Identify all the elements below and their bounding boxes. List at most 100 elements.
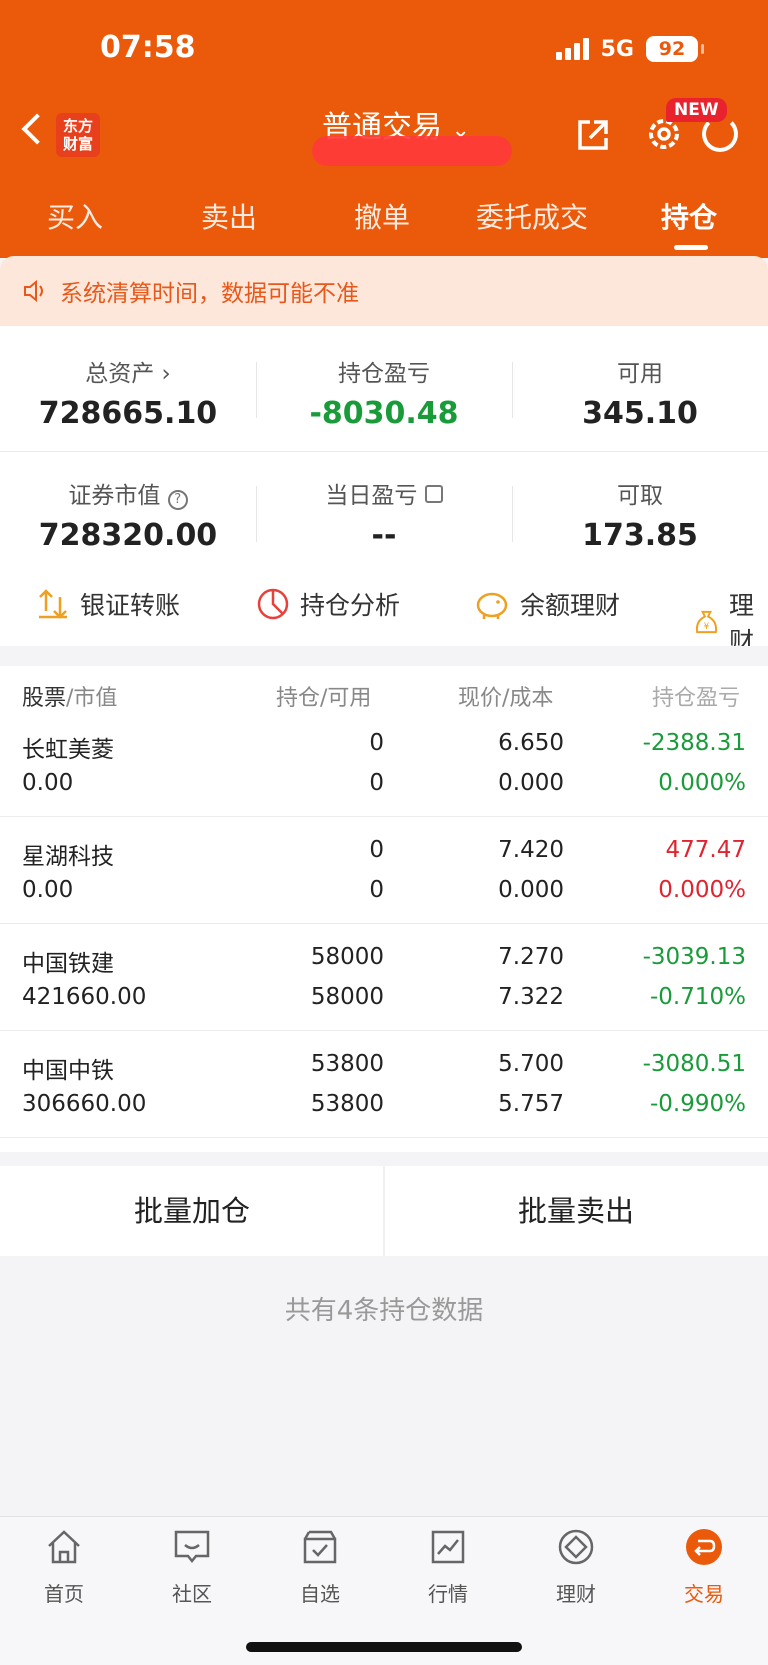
quick-transfer-label: 银证转账 — [80, 591, 181, 620]
back-icon[interactable] — [21, 113, 53, 145]
piggy-bank-icon — [476, 592, 508, 619]
header-stock: 股票/市值 — [22, 686, 118, 711]
withdrawable-funds: 可取 173.85 — [512, 476, 768, 553]
table-row[interactable]: 长虹美菱 0.00 0 0 6.650 0.000 -2388.31 0.000… — [0, 710, 768, 817]
nav-watchlist[interactable]: 自选 — [256, 1527, 384, 1607]
available-value: 345.10 — [582, 396, 698, 431]
trade-icon — [686, 1529, 722, 1565]
cost-price: 0.000 — [498, 770, 564, 796]
help-icon[interactable]: ? — [167, 490, 188, 510]
nav-watchlist-label: 自选 — [300, 1582, 340, 1606]
watchlist-icon — [303, 1530, 337, 1564]
position-pnl-label: 持仓盈亏 — [338, 361, 430, 387]
network-type: 5G — [600, 36, 634, 62]
redacted-account — [312, 136, 512, 166]
position-pnl-value: -8030.48 — [309, 396, 459, 431]
securities-market-value: 证券市值 ? 728320.00 — [0, 476, 256, 553]
quick-balance-label: 余额理财 — [520, 591, 621, 620]
tab-cancel[interactable]: 撤单 — [354, 196, 410, 236]
withdrawable-label: 可取 — [617, 483, 663, 509]
withdrawable-value: 173.85 — [582, 518, 698, 553]
cost-price: 5.757 — [498, 1091, 564, 1117]
nav-finance[interactable]: 理财 — [512, 1527, 640, 1607]
batch-add-button[interactable]: 批量加仓 — [0, 1166, 384, 1256]
stock-market-value: 0.00 — [22, 877, 74, 903]
stock-name: 星湖科技 — [22, 844, 114, 870]
app-logo: 东方 财富 — [56, 113, 100, 157]
total-assets-value: 728665.10 — [38, 396, 218, 431]
stock-market-value: 306660.00 — [22, 1091, 147, 1117]
divider — [0, 451, 768, 452]
chevron-right-icon: › — [154, 361, 171, 387]
nav-market[interactable]: 行情 — [384, 1527, 512, 1607]
battery-icon: 92 — [646, 36, 704, 62]
cost-price: 7.322 — [498, 984, 564, 1010]
quick-transfer[interactable]: 银证转账 — [36, 586, 180, 622]
holding-pnl: 477.47 — [665, 837, 746, 863]
position-pnl: 持仓盈亏 -8030.48 — [256, 354, 512, 431]
notice-bar: 系统清算时间，数据可能不准 — [0, 256, 768, 326]
holding-pnl: -2388.31 — [642, 730, 746, 756]
pie-chart-icon — [257, 588, 289, 620]
header-position: 持仓/可用 — [276, 686, 372, 711]
nav-community-label: 社区 — [172, 1582, 212, 1606]
signal-icon — [555, 38, 589, 60]
position-qty: 53800 — [310, 1051, 384, 1077]
position-qty: 58000 — [310, 944, 384, 970]
table-row[interactable]: 中国中铁 306660.00 53800 53800 5.700 5.757 -… — [0, 1031, 768, 1138]
nav-trade[interactable]: 交易 — [640, 1527, 768, 1607]
tab-positions[interactable]: 持仓 — [661, 196, 717, 236]
current-price: 5.700 — [498, 1051, 564, 1077]
holding-pnl-pct: 0.000% — [658, 770, 746, 796]
total-assets[interactable]: 总资产 › 728665.10 — [0, 354, 256, 431]
tab-sell[interactable]: 卖出 — [201, 196, 257, 236]
available-qty: 0 — [369, 877, 384, 903]
header: 07:58 5G 92 东方 财富 普通交易 ⌄ NEW 买入 卖出 撤单 委托… — [0, 0, 768, 258]
stock-name: 中国中铁 — [22, 1058, 114, 1084]
batch-sell-button[interactable]: 批量卖出 — [384, 1166, 768, 1256]
nav-finance-label: 理财 — [556, 1582, 596, 1606]
holdings-count: 共有4条持仓数据 — [284, 1296, 484, 1326]
batch-actions: 批量加仓 批量卖出 — [0, 1166, 768, 1256]
home-icon — [48, 1530, 80, 1564]
holding-pnl-pct: 0.000% — [658, 877, 746, 903]
daily-pnl-label: 当日盈亏 — [325, 483, 418, 509]
table-row[interactable]: 星湖科技 0.00 0 0 7.420 0.000 477.47 0.000% — [0, 817, 768, 924]
holding-pnl-pct: -0.710% — [650, 984, 746, 1010]
quick-balance-finance[interactable]: 余额理财 — [474, 586, 620, 622]
current-price: 6.650 — [498, 730, 564, 756]
active-tab-indicator — [674, 245, 708, 250]
available-qty: 0 — [369, 770, 384, 796]
svg-text:¥: ¥ — [704, 622, 710, 632]
nav-home-label: 首页 — [44, 1582, 84, 1606]
market-value-label: 证券市值 — [68, 483, 161, 509]
community-icon — [174, 1530, 210, 1564]
quick-position-analysis[interactable]: 持仓分析 — [256, 586, 400, 622]
available-funds: 可用 345.10 — [512, 354, 768, 431]
stock-name: 中国铁建 — [22, 951, 114, 977]
share-icon[interactable] — [574, 116, 612, 154]
status-time: 07:58 — [100, 30, 196, 65]
home-indicator — [246, 1642, 522, 1652]
nav-community[interactable]: 社区 — [128, 1527, 256, 1607]
current-price: 7.420 — [498, 837, 564, 863]
tab-orders[interactable]: 委托成交 — [476, 196, 588, 236]
available-qty: 58000 — [310, 984, 384, 1010]
tab-buy[interactable]: 买入 — [47, 196, 103, 236]
holdings-table: 股票/市值 持仓/可用 现价/成本 持仓盈亏 长虹美菱 0.00 0 0 6.6… — [0, 666, 768, 1152]
market-icon — [431, 1530, 465, 1564]
holding-pnl: -3039.13 — [642, 944, 746, 970]
table-row[interactable]: 中国铁建 421660.00 58000 58000 7.270 7.322 -… — [0, 924, 768, 1031]
available-label: 可用 — [617, 361, 663, 387]
daily-pnl[interactable]: 当日盈亏 -- — [256, 476, 512, 553]
position-qty: 0 — [369, 837, 384, 863]
nav-home[interactable]: 首页 — [0, 1527, 128, 1607]
transfer-icon — [39, 589, 67, 619]
daily-pnl-value: -- — [371, 518, 397, 553]
header-pnl: 持仓盈亏 — [652, 686, 741, 711]
speaker-icon — [24, 279, 43, 303]
available-qty: 53800 — [310, 1091, 384, 1117]
holding-pnl-pct: -0.990% — [650, 1091, 746, 1117]
header-price: 现价/成本 — [458, 686, 554, 711]
market-value-value: 728320.00 — [38, 518, 218, 553]
